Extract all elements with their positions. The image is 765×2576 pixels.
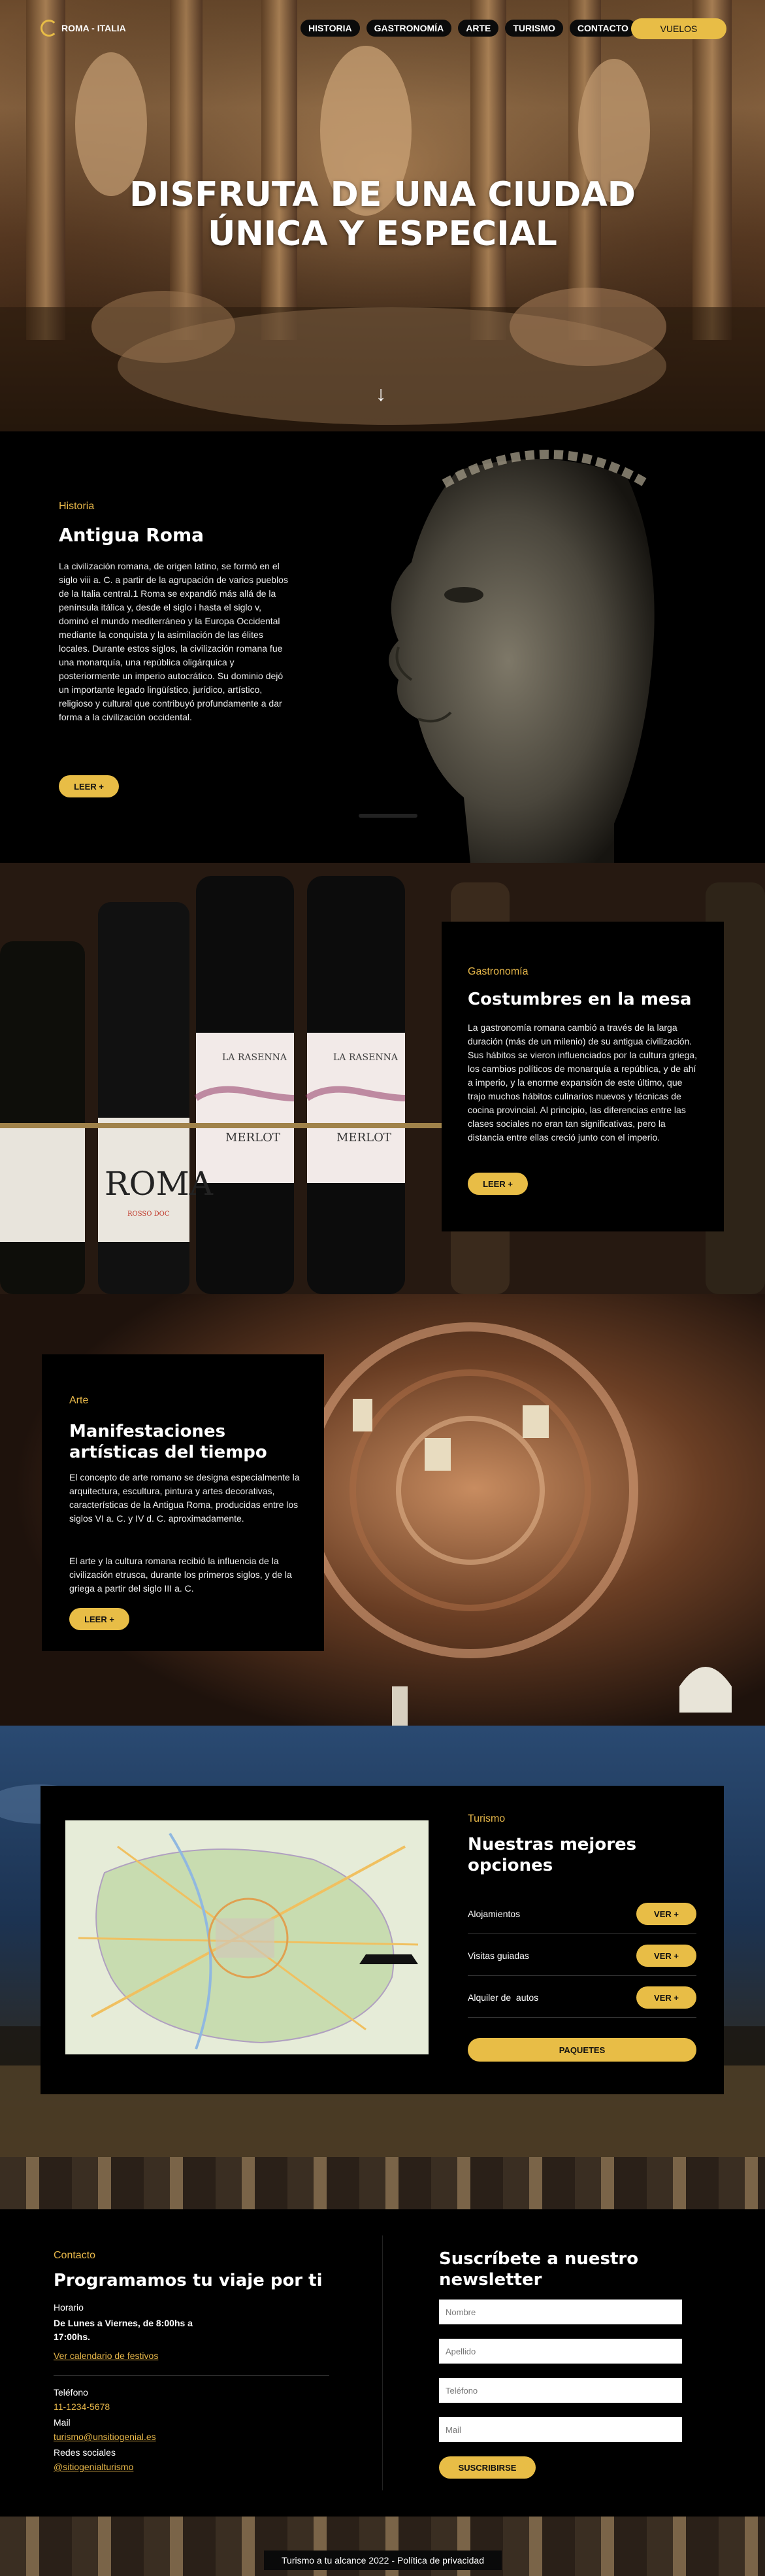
contact-eyebrow: Contacto: [54, 2250, 96, 2261]
option-divider: [468, 2017, 696, 2018]
alojamientos-view-button[interactable]: VER +: [636, 1903, 696, 1925]
social-label: Redes sociales: [54, 2447, 116, 2458]
footer-bar: Turismo a tu alcance 2022 - Política de …: [264, 2551, 502, 2570]
visitas-view-button[interactable]: VER +: [636, 1945, 696, 1967]
turismo-option-row: Visitas guiadas VER +: [468, 1943, 696, 1969]
bottle-label-roma: ROMA: [105, 1165, 213, 1203]
contact-vertical-divider: [382, 2235, 383, 2490]
hero-title: DISFRUTA DE UNA CIUDAD ÚNICA Y ESPECIAL: [0, 175, 765, 254]
gastronomia-eyebrow: Gastronomía: [468, 966, 529, 977]
turismo-option-row: Alojamientos VER +: [468, 1901, 696, 1927]
nav-historia[interactable]: HISTORIA: [301, 20, 360, 37]
autos-view-button[interactable]: VER +: [636, 1986, 696, 2009]
nav-contacto[interactable]: CONTACTO: [569, 20, 636, 37]
rome-map[interactable]: [65, 1820, 429, 2054]
brand-name: ROMA - ITALIA: [61, 23, 126, 33]
bottle-label-rasenna-1: LA RASENNA: [222, 1052, 287, 1063]
phone-label: Teléfono: [54, 2387, 88, 2398]
hero-title-line2: ÚNICA Y ESPECIAL: [208, 214, 557, 254]
building-strip-top: [0, 2157, 765, 2209]
turismo-eyebrow: Turismo: [468, 1813, 506, 1824]
arte-section: Arte Manifestaciones artísticas del tiem…: [0, 1294, 765, 1726]
newsletter-name-input[interactable]: Nombre: [439, 2300, 682, 2324]
mail-label: Mail: [54, 2417, 71, 2428]
gastronomia-read-more-button[interactable]: LEER +: [468, 1173, 528, 1195]
option-label-alojamientos: Alojamientos: [468, 1909, 521, 1919]
option-label-autos: Alquiler de autos: [468, 1992, 539, 2003]
footer-text[interactable]: Turismo a tu alcance 2022 - Política de …: [282, 2555, 484, 2566]
newsletter-surname-input[interactable]: Apellido: [439, 2339, 682, 2364]
nav-gastronomia[interactable]: GASTRONOMÍA: [366, 20, 452, 37]
newsletter-mail-input[interactable]: Mail: [439, 2417, 682, 2442]
turismo-title: Nuestras mejores opciones: [468, 1835, 637, 1875]
option-divider: [468, 1975, 696, 1976]
historia-text: La civilización romana, de origen latino…: [59, 561, 288, 722]
hero-section: ROMA - ITALIA HISTORIA GASTRONOMÍA ARTE …: [0, 0, 765, 431]
gastronomia-text: La gastronomía romana cambió a través de…: [468, 1022, 697, 1143]
historia-read-more-button[interactable]: LEER +: [59, 775, 119, 797]
arte-read-more-button[interactable]: LEER +: [69, 1608, 129, 1630]
gastronomia-title: Costumbres en la mesa: [468, 990, 692, 1009]
main-nav: HISTORIA GASTRONOMÍA ARTE TURISMO CONTAC…: [301, 20, 636, 37]
bottle-label-rosso: ROSSO DOC: [127, 1211, 170, 1218]
historia-eyebrow: Historia: [59, 501, 95, 512]
nav-arte[interactable]: ARTE: [458, 20, 499, 37]
historia-title: Antigua Roma: [59, 524, 204, 546]
contact-title: Programamos tu viaje por ti: [54, 2271, 323, 2290]
hero-title-line1: DISFRUTA DE UNA CIUDAD: [129, 175, 636, 214]
option-divider: [468, 1933, 696, 1934]
mail-value[interactable]: turismo@unsitiogenial.es: [54, 2432, 156, 2442]
nav-turismo[interactable]: TURISMO: [505, 20, 563, 37]
turismo-option-row: Alquiler de autos VER +: [468, 1984, 696, 2011]
option-label-visitas: Visitas guiadas: [468, 1950, 529, 1961]
caesar-bust-image: [389, 450, 655, 863]
bottle-label-merlot-1: MERLOT: [225, 1131, 280, 1145]
holiday-calendar-link[interactable]: Ver calendario de festivos: [54, 2350, 158, 2361]
contact-divider: [54, 2375, 329, 2376]
arte-eyebrow: Arte: [69, 1395, 89, 1406]
packages-button[interactable]: PAQUETES: [468, 2038, 696, 2062]
arte-text-2: El arte y la cultura romana recibió la i…: [69, 1556, 292, 1594]
newsletter-title: Suscríbete a nuestro newsletter: [439, 2249, 639, 2290]
phone-value[interactable]: 11-1234-5678: [54, 2401, 110, 2412]
gastronomia-section: ROMA LA RASENNA MERLOT LA RASENNA MERLOT…: [0, 863, 765, 1294]
historia-section: Historia Antigua Roma La civilización ro…: [0, 431, 765, 863]
arte-title: Manifestaciones artísticas del tiempo: [69, 1422, 267, 1462]
vuelos-button[interactable]: VUELOS: [631, 18, 726, 39]
bottle-label-rasenna-2: LA RASENNA: [333, 1052, 398, 1063]
historia-divider-bottom: [359, 814, 417, 818]
bottle-label-merlot-2: MERLOT: [336, 1131, 391, 1145]
arte-text-1: El concepto de arte romano se designa es…: [69, 1472, 300, 1524]
newsletter-phone-input[interactable]: Teléfono: [439, 2378, 682, 2403]
brand-logo[interactable]: ROMA - ITALIA: [41, 20, 126, 37]
subscribe-button[interactable]: SUSCRIBIRSE: [439, 2456, 536, 2479]
social-value[interactable]: @sitiogenialturismo: [54, 2462, 133, 2472]
scroll-down-icon[interactable]: ↓: [376, 382, 386, 406]
horario-label: Horario: [54, 2302, 84, 2313]
laurel-icon: [41, 20, 57, 37]
turismo-section: Turismo Nuestras mejores opciones Alojam…: [0, 1726, 765, 2157]
contact-section: Contacto Programamos tu viaje por ti Hor…: [0, 2157, 765, 2576]
horario-value: De Lunes a Viernes, de 8:00hs a 17:00hs.: [54, 2318, 193, 2342]
